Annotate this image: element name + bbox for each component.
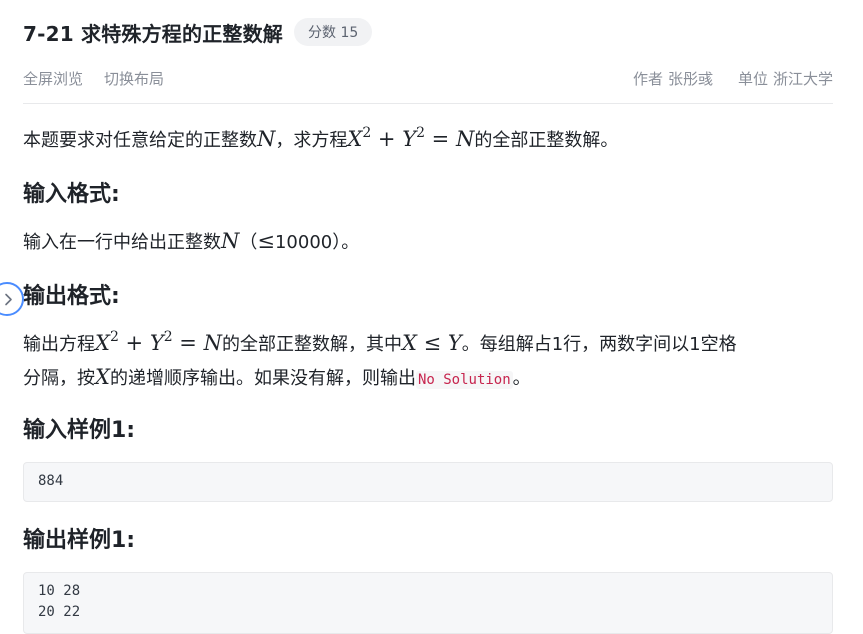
output-text: 。每组解占1行，两数字间以1空格 <box>461 334 737 355</box>
author-label: 作者 <box>632 70 663 88</box>
switch-layout-button[interactable]: 切换布局 <box>104 68 164 89</box>
math-n: N <box>257 127 276 151</box>
author-value: 张彤彧 <box>667 70 713 88</box>
code-line: 20 22 <box>38 604 81 620</box>
math-equals: = <box>425 127 456 151</box>
input-format-heading: 输入格式: <box>23 182 120 207</box>
desc-text: ，求方程 <box>275 130 348 151</box>
math-exponent: 2 <box>416 125 425 141</box>
input-number: 10000 <box>274 232 333 253</box>
math-n: N <box>455 127 475 151</box>
math-x: X <box>401 331 417 355</box>
fullscreen-button[interactable]: 全屏浏览 <box>23 68 83 89</box>
math-le: ≤ <box>257 229 275 253</box>
problem-title: 7-21 求特殊方程的正整数解 <box>23 21 284 46</box>
output-text: 输出方程 <box>23 334 95 355</box>
code-line: 884 <box>38 473 64 489</box>
output-text: 的全部正整数解，其中 <box>221 334 402 355</box>
math-y: Y <box>149 331 164 355</box>
math-plus: + <box>118 331 150 355</box>
sample-input-box[interactable]: 884 <box>23 462 833 502</box>
math-equals: = <box>172 331 204 355</box>
math-le: ≤ <box>416 331 448 355</box>
output-format-heading: 输出格式: <box>23 284 120 309</box>
math-x: X <box>347 127 363 151</box>
desc-text: 本题要求对任意给定的正整数 <box>23 130 257 151</box>
unit-label: 单位 <box>737 70 768 88</box>
math-plus: + <box>371 127 403 151</box>
output-text: 。 <box>512 368 531 389</box>
output-format-text: 输出方程X2 + Y2 = N的全部正整数解，其中X ≤ Y。每组解占1行，两数… <box>23 327 833 396</box>
title-row: 7-21 求特殊方程的正整数解 分数 15 <box>23 17 373 47</box>
sample-output-box[interactable]: 10 28 20 22 <box>23 572 833 634</box>
problem-description: 本题要求对任意给定的正整数N，求方程X2 + Y2 = N的全部正整数解。 <box>23 123 833 157</box>
problem-meta: 作者 张彤彧 单位 浙江大学 <box>633 68 833 89</box>
input-format-text: 输入在一行中给出正整数N（≤10000）。 <box>23 225 833 259</box>
math-x: X <box>95 365 110 389</box>
divider <box>23 103 833 104</box>
output-text: 分隔，按 <box>23 368 95 389</box>
code-line: 10 28 <box>38 583 81 599</box>
view-actions: 全屏浏览 切换布局 <box>23 68 164 89</box>
input-text: ）。 <box>332 232 360 253</box>
chevron-right-icon <box>4 293 13 306</box>
math-x: X <box>95 331 110 355</box>
no-solution-code: No Solution <box>415 371 513 389</box>
input-text: （ <box>239 232 258 253</box>
unit-info: 单位 浙江大学 <box>738 68 833 89</box>
side-panel-toggle[interactable] <box>0 282 24 316</box>
math-exponent: 2 <box>109 329 119 345</box>
math-n: N <box>203 331 222 355</box>
sample-input-heading: 输入样例1: <box>23 418 136 443</box>
math-n: N <box>221 229 240 253</box>
math-exponent: 2 <box>163 329 173 345</box>
math-exponent: 2 <box>362 125 372 141</box>
input-text: 输入在一行中给出正整数 <box>23 232 221 253</box>
author-info: 作者 张彤彧 <box>633 68 713 89</box>
desc-text: 的全部正整数解。 <box>474 130 619 151</box>
unit-value: 浙江大学 <box>772 70 833 88</box>
sample-output-heading: 输出样例1: <box>23 528 136 553</box>
math-y: Y <box>447 331 462 355</box>
output-text: 的递增顺序输出。如果没有解，则输出 <box>109 368 416 389</box>
score-badge: 分数 15 <box>294 18 373 46</box>
math-y: Y <box>402 127 417 151</box>
meta-row: 全屏浏览 切换布局 作者 张彤彧 单位 浙江大学 <box>23 68 833 88</box>
